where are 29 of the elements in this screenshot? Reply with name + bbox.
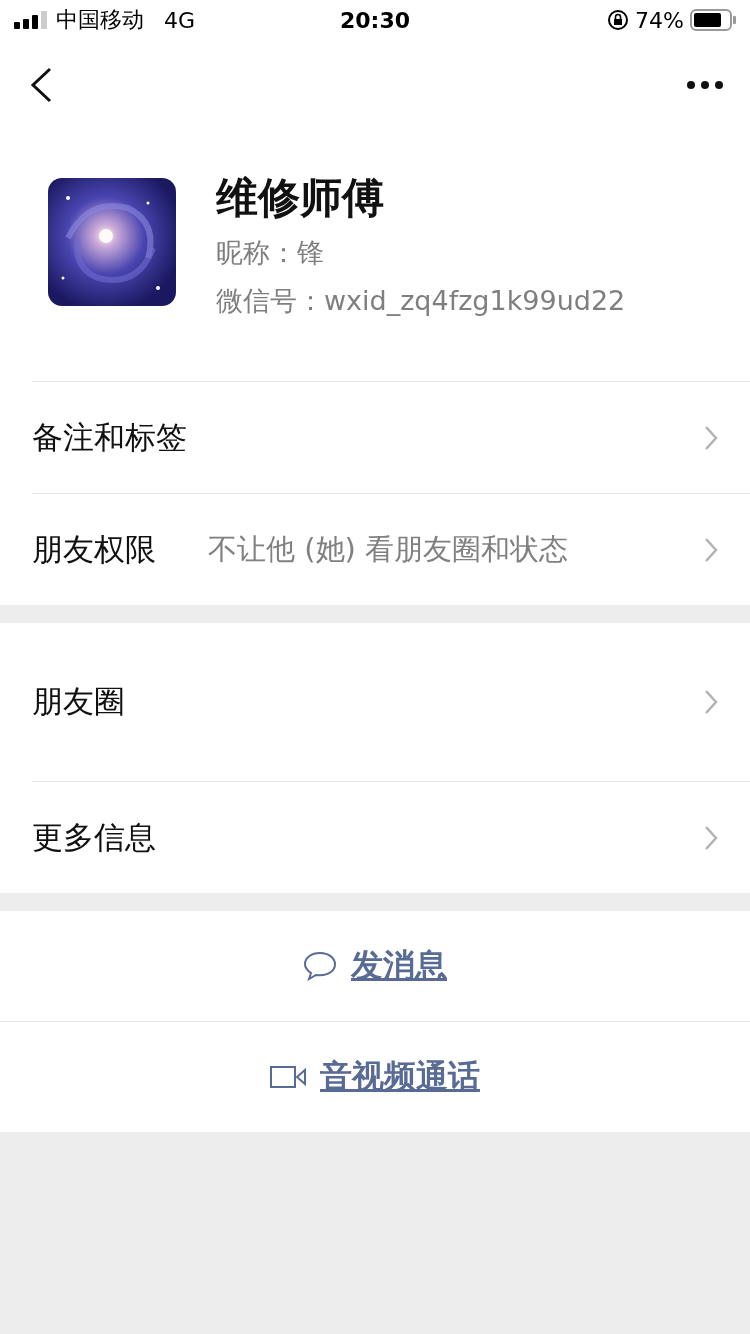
wechat-id-text: 微信号：wxid_zq4fzg1k99ud22 [216, 284, 626, 318]
rotation-lock-icon [607, 9, 630, 31]
row-label: 更多信息 [32, 817, 157, 857]
chevron-icon [704, 424, 718, 451]
battery-icon [690, 9, 736, 31]
row-label: 朋友圈 [32, 682, 126, 721]
row-label: 备注和标签 [32, 417, 188, 457]
menu-row[interactable]: 备注和标签 [32, 381, 750, 493]
row-value: 不让他 (她) 看朋友圈和状态 [208, 530, 570, 568]
chevron-icon [704, 689, 718, 715]
back-icon[interactable] [30, 67, 52, 103]
chevron-icon [704, 536, 718, 563]
video-camera-icon [270, 1066, 306, 1088]
signal-icon [14, 11, 48, 29]
nickname-text: 昵称：锋 [216, 236, 325, 270]
chevron-icon [704, 824, 718, 851]
menu-row[interactable]: 朋友圈 [32, 623, 750, 781]
action-link[interactable]: 发消息 [351, 944, 447, 988]
carrier-text: 中国移动 [56, 6, 144, 34]
more-icon[interactable] [686, 80, 724, 90]
speech-bubble-icon [303, 951, 337, 981]
network-text: 4G [164, 7, 196, 33]
row-label: 朋友权限 [32, 529, 157, 569]
menu-row[interactable]: 更多信息 [32, 781, 750, 893]
battery-percent-text: 74% [635, 7, 684, 33]
contact-name: 维修师傅 [216, 172, 385, 224]
menu-row[interactable]: 朋友权限 不让他 (她) 看朋友圈和状态 [32, 493, 750, 605]
action-link[interactable]: 音视频通话 [320, 1055, 480, 1099]
clock-text: 20:30 [340, 7, 410, 33]
